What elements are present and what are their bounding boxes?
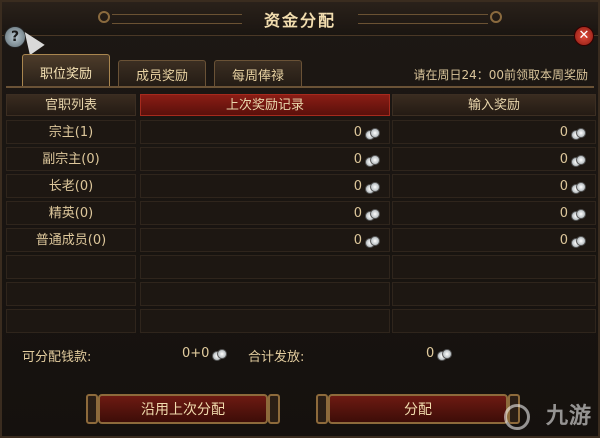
deadline-notice: 请在周日24：00前领取本周奖励 [413, 68, 588, 82]
input-reward-field[interactable]: 0 [392, 120, 596, 144]
header-input-reward: 输入奖励 [392, 94, 596, 116]
last-reward-cell: 0 [140, 174, 390, 198]
table-row: 普通成员(0) 0 0 [6, 228, 596, 252]
silver-coin-icon [365, 127, 380, 140]
tab-divider [6, 86, 594, 88]
available-funds-label: 可分配钱款: [22, 350, 92, 365]
last-reward-cell [140, 282, 390, 306]
last-reward-cell [140, 255, 390, 279]
silver-coin-icon [571, 154, 586, 167]
rank-cell [6, 282, 136, 306]
rank-cell: 长老(0) [6, 174, 136, 198]
input-reward-field[interactable]: 0 [392, 147, 596, 171]
last-reward-cell: 0 [140, 120, 390, 144]
button-ornament [316, 394, 328, 424]
reuse-last-distribution-button[interactable]: 沿用上次分配 [98, 394, 268, 424]
tab-position-reward[interactable]: 职位奖励 [22, 54, 110, 86]
input-reward-cell [392, 255, 596, 279]
total-distribution-label: 合计发放: [248, 350, 305, 365]
available-funds-amount: 0+0 [182, 346, 210, 361]
last-reward-cell [140, 309, 390, 333]
watermark-logo-icon [504, 404, 530, 430]
button-ornament [268, 394, 280, 424]
table-row [6, 255, 596, 279]
table-row: 精英(0) 0 0 [6, 201, 596, 225]
rank-cell: 普通成员(0) [6, 228, 136, 252]
rank-cell [6, 255, 136, 279]
silver-coin-icon [571, 208, 586, 221]
input-reward-cell [392, 282, 596, 306]
input-reward-field[interactable]: 0 [392, 174, 596, 198]
last-reward-cell: 0 [140, 147, 390, 171]
silver-coin-icon [571, 181, 586, 194]
tab-weekly-salary[interactable]: 每周俸禄 [214, 60, 302, 86]
last-reward-cell: 0 [140, 201, 390, 225]
input-reward-value: 0 [559, 125, 568, 140]
table-row [6, 309, 596, 333]
silver-coin-icon [437, 348, 453, 361]
fund-distribution-window: 资金分配 ? ✕ 职位奖励 成员奖励 每周俸禄 请在周日24：00前领取本周奖励… [0, 0, 600, 438]
last-reward-value: 0 [353, 206, 362, 221]
rank-cell: 宗主(1) [6, 120, 136, 144]
distribute-button[interactable]: 分配 [328, 394, 508, 424]
input-reward-value: 0 [559, 152, 568, 167]
total-distribution-amount: 0 [426, 346, 435, 361]
input-reward-value: 0 [559, 206, 568, 221]
header-rank-list: 官职列表 [6, 94, 136, 116]
last-reward-value: 0 [353, 179, 362, 194]
input-reward-cell [392, 309, 596, 333]
silver-coin-icon [571, 235, 586, 248]
window-title: 资金分配 [263, 11, 336, 30]
last-reward-cell: 0 [140, 228, 390, 252]
input-reward-value: 0 [559, 233, 568, 248]
silver-coin-icon [571, 127, 586, 140]
rank-cell: 副宗主(0) [6, 147, 136, 171]
title-bar: 资金分配 [2, 2, 598, 36]
watermark: 九游 [545, 404, 592, 429]
table-row: 宗主(1) 0 0 [6, 120, 596, 144]
table-row [6, 282, 596, 306]
header-last-reward: 上次奖励记录 [140, 94, 390, 116]
last-reward-value: 0 [353, 152, 362, 167]
silver-coin-icon [365, 154, 380, 167]
last-reward-value: 0 [353, 125, 362, 140]
input-reward-field[interactable]: 0 [392, 201, 596, 225]
close-icon[interactable]: ✕ [574, 26, 594, 46]
input-reward-field[interactable]: 0 [392, 228, 596, 252]
silver-coin-icon [212, 348, 228, 361]
table-row: 长老(0) 0 0 [6, 174, 596, 198]
input-reward-value: 0 [559, 179, 568, 194]
silver-coin-icon [365, 181, 380, 194]
total-distribution-value: 0 [426, 346, 453, 361]
silver-coin-icon [365, 235, 380, 248]
table-row: 副宗主(0) 0 0 [6, 147, 596, 171]
silver-coin-icon [365, 208, 380, 221]
tab-member-reward[interactable]: 成员奖励 [118, 60, 206, 86]
last-reward-value: 0 [353, 233, 362, 248]
button-ornament [86, 394, 98, 424]
rank-cell: 精英(0) [6, 201, 136, 225]
rank-cell [6, 309, 136, 333]
available-funds-value: 0+0 [182, 346, 228, 361]
